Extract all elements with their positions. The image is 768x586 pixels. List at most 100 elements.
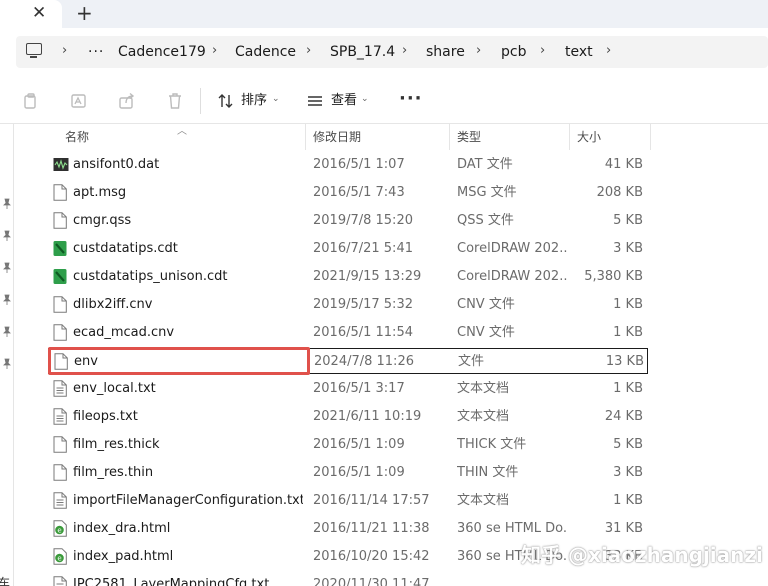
share-icon[interactable] [118,92,136,110]
chevron-right-icon[interactable]: › [212,42,217,60]
file-type: CNV 文件 [457,297,515,312]
close-tab-icon[interactable]: ✕ [32,3,46,23]
file-type: THIN 文件 [457,465,519,480]
column-divider[interactable] [305,124,306,150]
file-row[interactable]: ecad_mcad.cnv 2016/5/1 11:54 CNV 文件 1 KB [48,320,648,346]
generic-file-icon [53,464,67,481]
chevron-right-icon[interactable]: › [306,42,311,60]
file-type: DAT 文件 [457,157,513,172]
copy-icon[interactable] [22,92,40,110]
pin-icon[interactable] [1,358,13,370]
pin-icon[interactable] [1,262,13,274]
file-row[interactable]: fileops.txt 2021/6/11 10:19 文本文档 24 KB [48,404,648,430]
file-row[interactable]: cmgr.qss 2019/7/8 15:20 QSS 文件 5 KB [48,208,648,234]
file-name: custdatatips.cdt [73,241,178,256]
file-row[interactable]: film_res.thick 2016/5/1 1:09 THICK 文件 5 KB [48,432,648,458]
file-type: 文本文档 [457,381,510,396]
view-icon[interactable] [306,92,324,110]
file-row[interactable]: dlibx2iff.cnv 2019/5/17 5:32 CNV 文件 1 KB [48,292,648,318]
text-file-icon [53,576,67,586]
file-type: CorelDRAW 202... [457,241,567,256]
file-size: 24 KB [604,409,643,424]
file-modified-date: 2016/11/21 11:38 [313,521,430,536]
nav-item-fragment[interactable]: 车 [0,574,10,586]
file-modified-date: 2019/7/8 15:20 [313,213,413,228]
column-header-type[interactable]: 类型 [457,130,481,144]
column-divider[interactable] [449,124,450,150]
file-row[interactable]: apt.msg 2016/5/1 7:43 MSG 文件 208 KB [48,180,648,206]
file-row[interactable]: custdatatips.cdt 2016/7/21 5:41 CorelDRAW … [48,236,648,262]
file-size: 3 KB [613,241,643,256]
file-modified-date: 2016/11/14 17:57 [313,493,430,508]
breadcrumb-more[interactable]: ··· [88,43,104,61]
generic-file-icon [53,324,67,341]
file-row[interactable]: ansifont0.dat 2016/5/1 1:07 DAT 文件 41 KB [48,152,648,178]
chevron-right-icon[interactable]: › [476,42,481,60]
breadcrumb-item-spb[interactable]: SPB_17.4 [330,43,395,61]
more-options-button[interactable]: ··· [399,88,423,109]
file-modified-date: 2016/5/1 7:43 [313,185,405,200]
breadcrumb-item-text[interactable]: text [565,43,593,61]
file-size: 5 KB [613,437,643,452]
sort-icon[interactable] [217,92,235,110]
file-name: index_dra.html [73,521,171,536]
generic-file-icon [53,184,67,201]
column-header-size[interactable]: 大小 [577,130,601,144]
chevron-right-icon[interactable]: › [540,42,545,60]
column-divider[interactable] [569,124,570,150]
breadcrumb-item-cadence179[interactable]: Cadence179 [118,43,206,61]
column-header-name[interactable]: 名称 [65,130,89,144]
file-row[interactable]: env_local.txt 2016/5/1 3:17 文本文档 1 KB [48,376,648,402]
annotation-highlight-box [48,347,310,375]
file-row[interactable]: film_res.thin 2016/5/1 1:09 THIN 文件 3 KB [48,460,648,486]
column-header-date[interactable]: 修改日期 [313,130,361,144]
column-header-row: ︿ 名称 修改日期 类型 大小 [32,124,768,150]
rename-icon[interactable] [70,92,88,110]
html-file-icon: e [53,520,67,537]
chevron-right-icon[interactable]: › [402,42,407,60]
generic-file-icon [53,296,67,313]
generic-file-icon [53,212,67,229]
toolbar-divider [200,88,201,114]
file-size: 1 KB [613,325,643,340]
file-row[interactable]: IPC2581_LayerMappingCfg.txt 2020/11/30 11… [48,572,648,586]
file-size: 13 KB [605,354,644,369]
file-name: ansifont0.dat [73,157,160,172]
text-file-icon [53,408,67,425]
file-size: 1 KB [613,493,643,508]
pin-icon[interactable] [1,198,13,210]
chevron-right-icon[interactable]: › [62,42,67,60]
tab-active[interactable]: ✕ [0,0,62,28]
file-type: 文件 [458,354,485,369]
new-tab-button[interactable]: + [76,2,93,24]
file-modified-date: 2016/7/21 5:41 [313,241,413,256]
file-size: 3 KB [613,465,643,480]
pin-icon[interactable] [1,294,13,306]
command-bar: 排序 ⌄ 查看 ⌄ ··· [0,78,768,124]
breadcrumb-item-cadence[interactable]: Cadence [235,43,296,61]
file-size: 5,380 KB [584,269,643,284]
watermark: 知乎 @xiaozhangjianzi [521,543,763,567]
pin-icon[interactable] [1,326,13,338]
breadcrumb-item-share[interactable]: share [426,43,465,61]
chevron-down-icon[interactable]: ⌄ [272,94,280,104]
file-name: fileops.txt [73,409,138,424]
view-button[interactable]: 查看 [331,93,357,109]
file-modified-date: 2024/7/8 11:26 [314,354,414,369]
file-modified-date: 2016/10/20 15:42 [313,549,430,564]
file-row[interactable]: custdatatips_unison.cdt 2021/9/15 13:29 Co… [48,264,648,290]
html-file-icon: e [53,548,67,565]
breadcrumb-item-pcb[interactable]: pcb [501,43,526,61]
file-row[interactable]: importFileManagerConfiguration.txt 2016/1… [48,488,648,514]
computer-icon[interactable] [26,43,42,58]
pin-icon[interactable] [1,230,13,242]
file-name: importFileManagerConfiguration.txt [73,493,303,508]
delete-icon[interactable] [166,92,184,110]
file-type: THICK 文件 [457,437,527,452]
column-divider[interactable] [650,124,651,150]
tab-strip: ✕ + [0,0,768,28]
chevron-down-icon[interactable]: ⌄ [361,94,369,104]
sort-button[interactable]: 排序 [241,93,267,109]
chevron-right-icon[interactable]: › [606,42,611,60]
file-type: 文本文档 [457,409,510,424]
